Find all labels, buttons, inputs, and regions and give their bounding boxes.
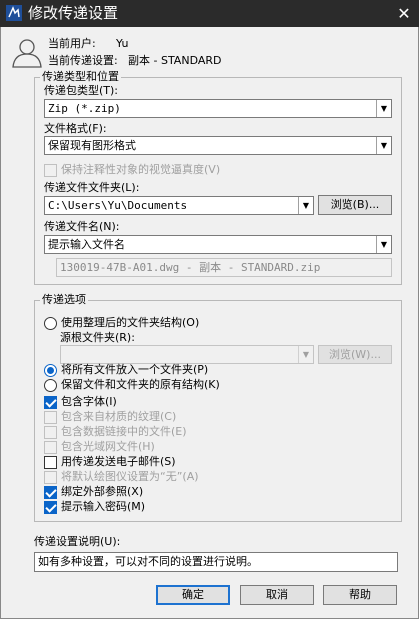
user-icon: [12, 39, 42, 68]
filename-preview: 130019-47B-A01.dwg - 副本 - STANDARD.zip: [56, 258, 392, 277]
bind-xrefs-checkbox[interactable]: 绑定外部参照(X): [44, 485, 143, 499]
radio-circle[interactable]: [44, 378, 57, 392]
title-bar: 修改传递设置 ✕: [0, 0, 419, 27]
transmittal-filename-value: 提示输入文件名: [48, 238, 125, 251]
transmittal-filename-label: 传递文件名(N):: [44, 220, 120, 233]
chevron-down-icon[interactable]: ▼: [376, 100, 391, 117]
package-type-select[interactable]: Zip (*.zip) ▼: [44, 99, 392, 118]
current-setup-label: 当前传递设置:: [48, 54, 118, 67]
browse-folder-button[interactable]: 浏览(B)...: [318, 195, 392, 215]
current-user-label: 当前用户:: [48, 37, 96, 50]
radio-circle[interactable]: [44, 316, 57, 330]
options-group-title: 传递选项: [40, 293, 88, 307]
prompt-password-checkbox[interactable]: 提示输入密码(M): [44, 500, 145, 514]
checkbox-box: [44, 163, 57, 177]
filename-preview-value: 130019-47B-A01.dwg - 副本 - STANDARD.zip: [60, 261, 321, 274]
prompt-password-label: 提示输入密码(M): [61, 500, 146, 513]
checkbox-box: [44, 425, 57, 439]
keep-structure-radio[interactable]: 保留文件和文件夹的原有结构(K): [44, 378, 220, 392]
organized-folder-radio[interactable]: 使用整理后的文件夹结构(O): [44, 316, 199, 330]
browse-source-root-button: 浏览(W)...: [318, 345, 392, 364]
include-textures-checkbox: 包含来自材质的纹理(C): [44, 410, 176, 424]
single-folder-radio[interactable]: 将所有文件放入一个文件夹(P): [44, 363, 208, 377]
checkbox-box: [44, 470, 57, 484]
transmittal-filename-select[interactable]: 提示输入文件名 ▼: [44, 235, 392, 254]
include-fonts-checkbox[interactable]: 包含字体(I): [44, 395, 117, 409]
single-folder-label: 将所有文件放入一个文件夹(P): [61, 363, 209, 376]
file-format-label: 文件格式(F):: [44, 122, 107, 135]
app-icon: [6, 5, 22, 21]
transmittal-folder-select[interactable]: C:\Users\Yu\Documents ▼: [44, 196, 314, 215]
checkbox-box: [44, 440, 57, 454]
close-icon[interactable]: ✕: [389, 0, 419, 27]
package-type-label: 传递包类型(T):: [44, 84, 119, 97]
description-label: 传递设置说明(U):: [34, 535, 121, 548]
checkbox-box[interactable]: [44, 455, 57, 469]
source-root-select: ▼: [60, 345, 314, 364]
chevron-down-icon: ▼: [298, 346, 313, 363]
maintain-visual-fidelity-label: 保持注释性对象的视觉逼真度(V): [61, 163, 221, 176]
current-setup-value: 副本 - STANDARD: [128, 54, 222, 67]
help-button[interactable]: 帮助: [323, 585, 397, 605]
source-root-label: 源根文件夹(R):: [60, 331, 135, 344]
current-user-value: Yu: [116, 37, 129, 50]
file-format-value: 保留现有图形格式: [48, 139, 136, 152]
maintain-visual-fidelity-checkbox: 保持注释性对象的视觉逼真度(V): [44, 163, 220, 177]
window-title: 修改传递设置: [28, 4, 119, 22]
file-format-select[interactable]: 保留现有图形格式 ▼: [44, 136, 392, 155]
include-photometric-web-checkbox: 包含光域网文件(H): [44, 440, 155, 454]
package-type-value: Zip (*.zip): [48, 102, 121, 115]
package-group-title: 传递类型和位置: [40, 70, 121, 84]
send-email-checkbox[interactable]: 用传递发送电子邮件(S): [44, 455, 176, 469]
radio-circle[interactable]: [44, 363, 57, 377]
checkbox-box[interactable]: [44, 395, 57, 409]
cancel-button[interactable]: 取消: [240, 585, 314, 605]
bind-xrefs-label: 绑定外部参照(X): [61, 485, 144, 498]
checkbox-box[interactable]: [44, 485, 57, 499]
keep-structure-label: 保留文件和文件夹的原有结构(K): [61, 378, 220, 391]
chevron-down-icon[interactable]: ▼: [298, 197, 313, 214]
include-data-links-checkbox: 包含数据链接中的文件(E): [44, 425, 187, 439]
transmittal-folder-value: C:\Users\Yu\Documents: [48, 199, 188, 212]
checkbox-box[interactable]: [44, 500, 57, 514]
chevron-down-icon[interactable]: ▼: [376, 236, 391, 253]
include-textures-label: 包含来自材质的纹理(C): [61, 410, 177, 423]
include-photometric-web-label: 包含光域网文件(H): [61, 440, 155, 453]
description-value: 如有多种设置，可以对不同的设置进行说明。: [38, 555, 258, 568]
include-fonts-label: 包含字体(I): [61, 395, 117, 408]
transmittal-folder-label: 传递文件文件夹(L):: [44, 181, 140, 194]
chevron-down-icon[interactable]: ▼: [376, 137, 391, 154]
default-plotter-none-checkbox: 将默认绘图仪设置为“无”(A): [44, 470, 199, 484]
ok-button[interactable]: 确定: [156, 585, 230, 605]
description-input[interactable]: 如有多种设置，可以对不同的设置进行说明。: [34, 552, 398, 572]
include-data-links-label: 包含数据链接中的文件(E): [61, 425, 187, 438]
default-plotter-none-label: 将默认绘图仪设置为“无”(A): [61, 470, 199, 483]
send-email-label: 用传递发送电子邮件(S): [61, 455, 176, 468]
organized-folder-label: 使用整理后的文件夹结构(O): [61, 316, 200, 329]
checkbox-box: [44, 410, 57, 424]
